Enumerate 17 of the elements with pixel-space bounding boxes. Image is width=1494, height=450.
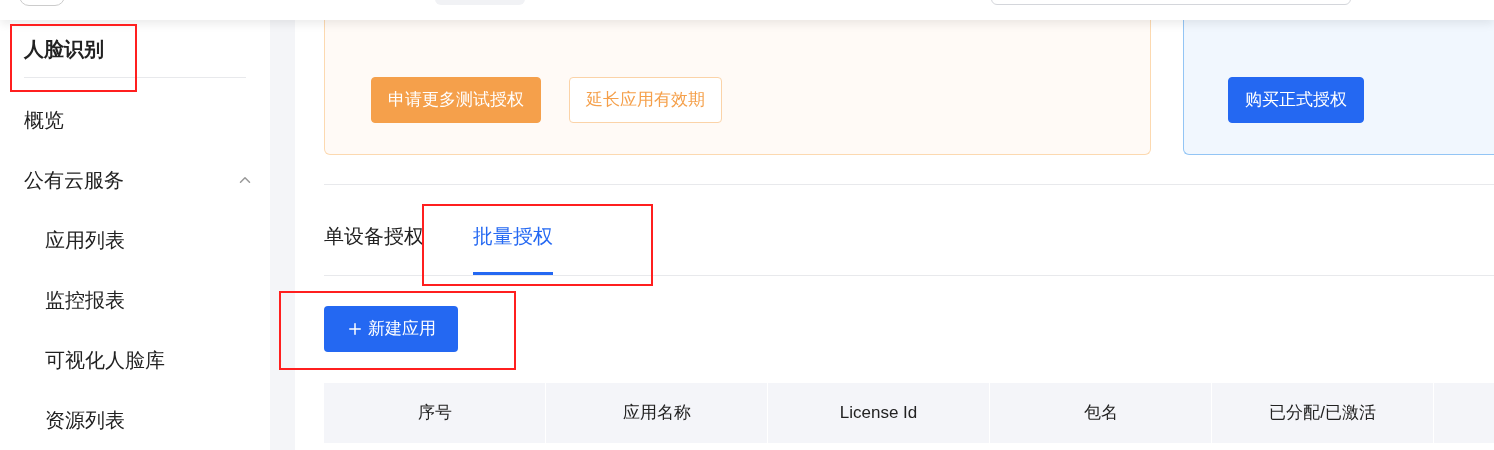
sidebar-item[interactable]: 应用列表 — [45, 225, 125, 255]
table-header-cell: 应用名称 — [546, 383, 767, 443]
tab[interactable]: 批量授权 — [473, 214, 553, 275]
table-header-cell: License Id — [768, 383, 989, 443]
table-header-cell: 序号 — [324, 383, 545, 443]
action-button[interactable]: 购买正式授权 — [1228, 77, 1364, 123]
sidebar-item[interactable]: 资源列表 — [45, 405, 125, 435]
sidebar-item[interactable]: 概览 — [24, 105, 64, 135]
sidebar-item[interactable]: 可视化人脸库 — [45, 345, 165, 375]
sidebar-group[interactable]: 公有云服务 — [24, 165, 124, 195]
table-header-cell: 包名 — [990, 383, 1211, 443]
plus-icon — [346, 320, 364, 338]
sidebar-item[interactable]: 监控报表 — [45, 285, 125, 315]
new-app-button[interactable]: 新建应用 — [324, 306, 458, 352]
tab[interactable]: 单设备授权 — [324, 214, 424, 275]
table-header-cell: 已分配/已激活 — [1212, 383, 1433, 443]
sidebar-title: 人脸识别 — [24, 36, 104, 62]
